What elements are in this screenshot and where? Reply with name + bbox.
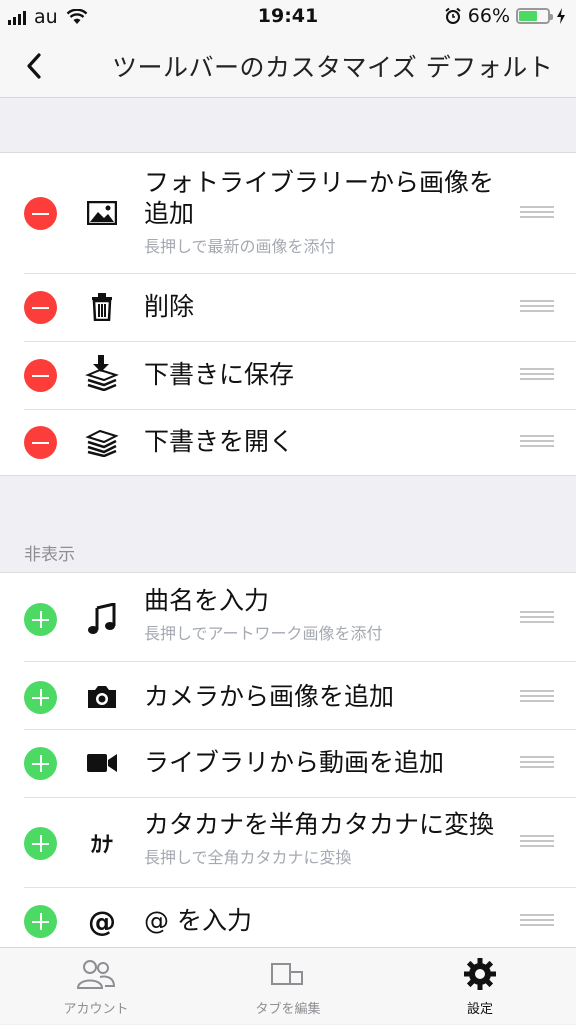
item-subtitle: 長押しで最新の画像を添付 bbox=[144, 237, 336, 256]
reorder-handle-icon[interactable] bbox=[520, 206, 554, 220]
reorder-handle-icon[interactable] bbox=[520, 690, 554, 704]
status-bar: au 19:41 66% bbox=[0, 0, 576, 34]
item-label: フォトライブラリーから画像を追加 bbox=[144, 168, 495, 228]
item-label: 下書きに保存 bbox=[144, 360, 295, 389]
chevron-left-icon bbox=[27, 53, 41, 79]
item-label: 下書きを開く bbox=[144, 427, 295, 456]
image-icon bbox=[82, 193, 122, 233]
remove-button[interactable] bbox=[24, 197, 57, 230]
reorder-handle-icon[interactable] bbox=[520, 914, 554, 928]
tab-label: タブを編集 bbox=[255, 1002, 321, 1017]
save-draft-icon bbox=[82, 353, 122, 393]
tab-bar: アカウント タブを編集 設定 bbox=[0, 947, 576, 1024]
reorder-handle-icon[interactable] bbox=[520, 835, 554, 849]
item-label: @ を入力 bbox=[144, 906, 252, 935]
list-item: フォトライブラリーから画像を追加 長押しで最新の画像を添付 bbox=[0, 153, 576, 273]
navigation-bar: ツールバーのカスタマイズ デフォルト bbox=[0, 34, 576, 98]
edit-tabs-icon bbox=[271, 963, 303, 985]
at-sign-icon: @ bbox=[88, 904, 116, 938]
alarm-icon bbox=[445, 7, 461, 24]
tab-edit-tabs[interactable]: タブを編集 bbox=[192, 948, 384, 1025]
gear-icon bbox=[464, 958, 496, 990]
accounts-icon bbox=[76, 960, 116, 989]
item-label: 曲名を入力 bbox=[144, 586, 270, 615]
remove-button[interactable] bbox=[24, 426, 57, 459]
list-item: 削除 bbox=[0, 273, 576, 341]
reorder-handle-icon[interactable] bbox=[520, 435, 554, 449]
reorder-handle-icon[interactable] bbox=[520, 368, 554, 382]
open-draft-icon bbox=[82, 422, 122, 462]
list-item: 曲名を入力 長押しでアートワーク画像を添付 bbox=[0, 573, 576, 661]
battery-icon bbox=[516, 8, 553, 24]
item-label: 削除 bbox=[144, 292, 195, 321]
reorder-handle-icon[interactable] bbox=[520, 611, 554, 625]
reorder-handle-icon[interactable] bbox=[520, 756, 554, 770]
list-item: 下書きを開く bbox=[0, 409, 576, 475]
tab-settings[interactable]: 設定 bbox=[384, 948, 576, 1025]
battery-percent: 66% bbox=[467, 5, 510, 27]
item-subtitle: 長押しでアートワーク画像を添付 bbox=[144, 624, 383, 643]
add-button[interactable] bbox=[24, 905, 57, 938]
list-item: カメラから画像を追加 bbox=[0, 661, 576, 729]
hidden-items-section: 曲名を入力 長押しでアートワーク画像を添付 カメラから画像を追加 ライブラリから… bbox=[0, 572, 576, 952]
item-label: カタカナを半角カタカナに変換 bbox=[144, 810, 495, 839]
item-label: ライブラリから動画を追加 bbox=[144, 748, 445, 777]
add-button[interactable] bbox=[24, 747, 57, 780]
list-item: ｶﾅ カタカナを半角カタカナに変換 長押しで全角カタカナに変換 bbox=[0, 797, 576, 887]
music-note-icon bbox=[82, 599, 122, 639]
list-item: 下書きに保存 bbox=[0, 341, 576, 409]
reorder-handle-icon[interactable] bbox=[520, 300, 554, 314]
add-button[interactable] bbox=[24, 827, 57, 860]
tab-label: 設定 bbox=[466, 1002, 493, 1017]
remove-button[interactable] bbox=[24, 359, 57, 392]
video-camera-icon bbox=[82, 743, 122, 783]
charging-icon bbox=[557, 8, 565, 24]
visible-items-section: フォトライブラリーから画像を追加 長押しで最新の画像を添付 削除 下書きに保存 … bbox=[0, 152, 576, 476]
katakana-icon: ｶﾅ bbox=[90, 833, 113, 858]
tab-accounts[interactable]: アカウント bbox=[0, 948, 192, 1025]
page-title: ツールバーのカスタマイズ デフォルト bbox=[112, 53, 554, 82]
back-button[interactable] bbox=[14, 46, 54, 86]
tab-label: アカウント bbox=[63, 1002, 129, 1017]
list-item: @ @ を入力 bbox=[0, 887, 576, 953]
camera-icon bbox=[82, 677, 122, 717]
add-button[interactable] bbox=[24, 603, 57, 636]
item-subtitle: 長押しで全角カタカナに変換 bbox=[144, 848, 352, 867]
trash-icon bbox=[82, 287, 122, 327]
add-button[interactable] bbox=[24, 681, 57, 714]
item-label: カメラから画像を追加 bbox=[144, 682, 395, 711]
list-item: ライブラリから動画を追加 bbox=[0, 729, 576, 797]
remove-button[interactable] bbox=[24, 291, 57, 324]
section-header: 非表示 bbox=[24, 545, 75, 565]
